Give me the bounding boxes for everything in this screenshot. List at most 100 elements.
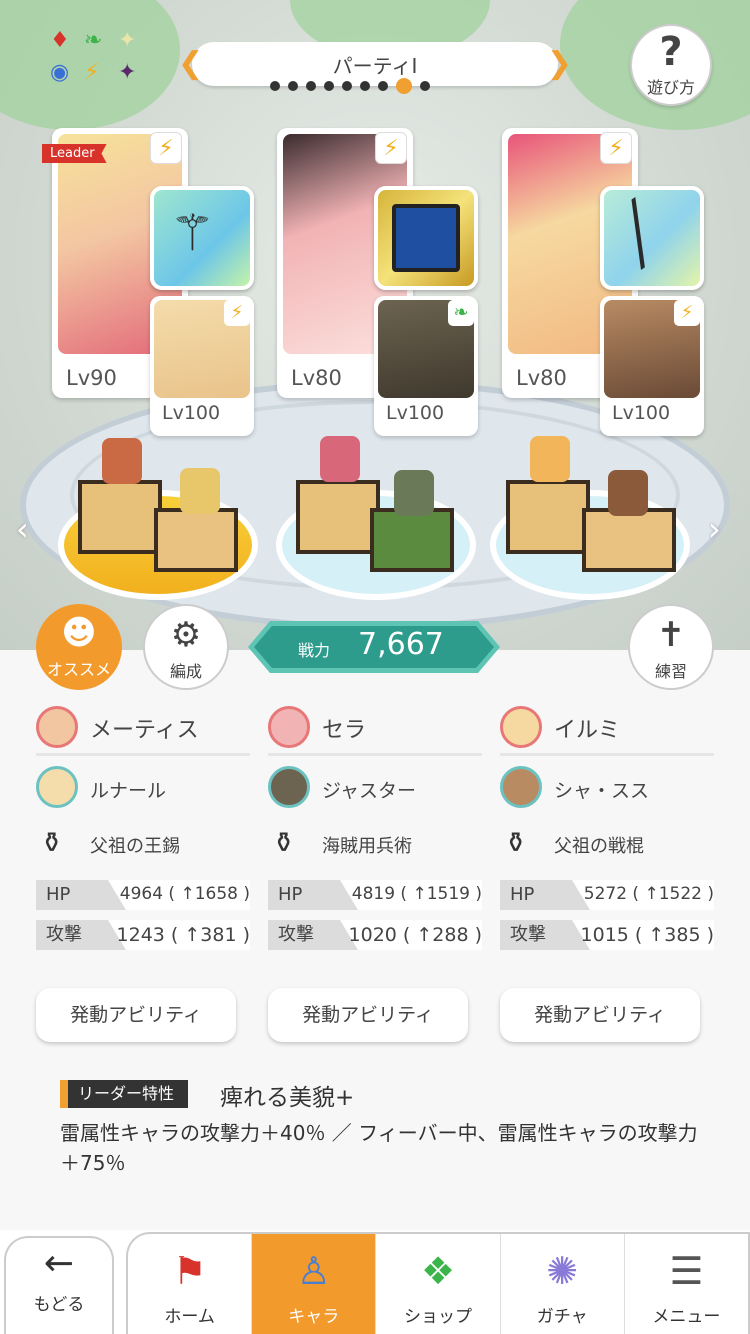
leader-trait-tag: リーダー特性 xyxy=(60,1080,189,1108)
page-dot[interactable] xyxy=(270,81,280,91)
sub-character-name: ルナール xyxy=(90,780,167,802)
pedestal-block xyxy=(506,480,590,554)
weapon-row[interactable]: ⚱ 父祖の王錫 xyxy=(36,818,250,870)
tab-label: メニュー xyxy=(652,1307,721,1327)
attack-stat: 攻撃 1015 ( ↑385 ) xyxy=(500,920,714,950)
tab-chara[interactable]: ♙ キャラ xyxy=(251,1234,376,1334)
hp-stat: HP 4964 ( ↑1658 ) xyxy=(36,880,250,910)
attack-value: 1243 ( ↑381 ) xyxy=(116,924,250,946)
help-button[interactable]: ? 遊び方 xyxy=(630,24,712,106)
leader-badge: Leader xyxy=(42,144,107,163)
sub-character-name: シャ・スス xyxy=(554,780,650,802)
weapon-name: 父祖の王錫 xyxy=(90,836,180,857)
tab-gacha[interactable]: ✺ ガチャ xyxy=(499,1234,624,1334)
leaf-attribute-icon: ❧ xyxy=(448,300,474,326)
page-dot[interactable] xyxy=(306,81,316,91)
fire-element-icon: ♦ xyxy=(50,28,70,53)
hp-label: HP xyxy=(36,880,126,910)
weapon-name: 父祖の戦棍 xyxy=(554,836,644,857)
water-element-icon: ◉ xyxy=(50,60,70,85)
power-display: 戦力 7,667 xyxy=(248,621,500,673)
pedestal-3[interactable] xyxy=(490,436,690,600)
thunder-attribute-icon: ⚡ xyxy=(375,132,407,164)
sub-card-1[interactable]: ⚡ Lv100 xyxy=(150,296,254,436)
shovel-weapon-icon: ⚱ xyxy=(40,826,64,859)
page-dot[interactable] xyxy=(360,81,370,91)
page-dot[interactable] xyxy=(342,81,352,91)
character-level: Lv90 xyxy=(66,366,117,390)
chara-icon: ♙ xyxy=(296,1249,331,1293)
ability-button-3[interactable]: 発動アビリティ xyxy=(500,988,700,1042)
sub-character-row[interactable]: ジャスター xyxy=(268,756,482,818)
main-character-row[interactable]: セラ xyxy=(268,700,482,756)
shop-icon: ❖ xyxy=(420,1249,456,1293)
page-dot[interactable] xyxy=(288,81,298,91)
character-name: セラ xyxy=(322,718,367,743)
sub-character-row[interactable]: シャ・スス xyxy=(500,756,714,818)
thunder-attribute-icon: ⚡ xyxy=(150,132,182,164)
bottom-nav: ← もどる ⚑ ホーム ♙ キャラ ❖ ショップ ✺ ガチャ ☰ メニュー xyxy=(0,1230,750,1334)
scroll-right-arrow[interactable]: › xyxy=(708,510,721,548)
character-sprite xyxy=(180,468,220,514)
character-sprite xyxy=(102,438,142,484)
element-icons: ♦ ❧ ✦ ◉ ⚡ ✦ xyxy=(48,30,148,90)
scroll-left-arrow[interactable]: ‹ xyxy=(16,510,29,548)
sub-face-icon xyxy=(500,766,542,808)
character-sprite xyxy=(530,436,570,482)
attack-label: 攻撃 xyxy=(268,920,358,950)
weapon-slot-2[interactable] xyxy=(374,186,478,290)
attack-label: 攻撃 xyxy=(500,920,590,950)
attack-label: 攻撃 xyxy=(36,920,126,950)
back-button[interactable]: ← もどる xyxy=(4,1236,114,1334)
hp-value: 4964 ( ↑1658 ) xyxy=(119,884,250,904)
weapon-slot-1[interactable]: ⚚ xyxy=(150,186,254,290)
formation-button[interactable]: ⚙ 編成 xyxy=(143,604,229,690)
pedestal-1[interactable] xyxy=(58,438,258,600)
sub-card-2[interactable]: ❧ Lv100 xyxy=(374,296,478,436)
training-dummy-icon: ✝ xyxy=(656,615,686,655)
character-sprite xyxy=(608,470,648,516)
party-title: パーティI xyxy=(332,54,418,78)
staff-icon: ╱ xyxy=(606,198,670,269)
weapon-slot-3[interactable]: ╱ xyxy=(600,186,704,290)
page-dot[interactable] xyxy=(324,81,334,91)
character-sprite xyxy=(394,470,434,516)
attack-value: 1015 ( ↑385 ) xyxy=(580,924,714,946)
light-element-icon: ✦ xyxy=(118,28,137,53)
attack-stat: 攻撃 1243 ( ↑381 ) xyxy=(36,920,250,950)
menu-icon: ☰ xyxy=(669,1249,704,1293)
ability-button-2[interactable]: 発動アビリティ xyxy=(268,988,468,1042)
character-name: イルミ xyxy=(554,718,621,743)
weapon-row[interactable]: ⚱ 海賊用兵術 xyxy=(268,818,482,870)
main-character-row[interactable]: メーティス xyxy=(36,700,250,756)
recommend-button[interactable]: ☻ オススメ xyxy=(36,604,122,690)
main-tabs: ⚑ ホーム ♙ キャラ ❖ ショップ ✺ ガチャ ☰ メニュー xyxy=(126,1232,750,1334)
sub-level: Lv100 xyxy=(162,402,221,424)
character-level: Lv80 xyxy=(516,366,567,390)
sub-character-row[interactable]: ルナール xyxy=(36,756,250,818)
tab-shop[interactable]: ❖ ショップ xyxy=(375,1234,499,1334)
tab-menu[interactable]: ☰ メニュー xyxy=(623,1234,748,1334)
back-arrow-icon: ← xyxy=(43,1243,75,1284)
weapon-row[interactable]: ⚱ 父祖の戦棍 xyxy=(500,818,714,870)
main-character-row[interactable]: イルミ xyxy=(500,700,714,756)
pedestal-block xyxy=(78,480,162,554)
tab-home[interactable]: ⚑ ホーム xyxy=(128,1234,251,1334)
pedestal-2[interactable] xyxy=(276,436,476,600)
scepter-icon: ⚚ xyxy=(170,204,215,262)
page-dot[interactable] xyxy=(396,78,412,94)
attack-stat: 攻撃 1020 ( ↑288 ) xyxy=(268,920,482,950)
pedestal-block xyxy=(296,480,380,554)
page-dot[interactable] xyxy=(420,81,430,91)
book-icon xyxy=(392,204,460,272)
sub-card-3[interactable]: ⚡ Lv100 xyxy=(600,296,704,436)
thunder-attribute-icon: ⚡ xyxy=(600,132,632,164)
formation-label: 編成 xyxy=(169,662,202,681)
page-dot[interactable] xyxy=(378,81,388,91)
leader-trait-name: 痺れる美貌+ xyxy=(220,1085,355,1111)
practice-button[interactable]: ✝ 練習 xyxy=(628,604,714,690)
question-icon: ? xyxy=(659,29,683,75)
pedestal-block xyxy=(154,508,238,572)
sub-level: Lv100 xyxy=(386,402,445,424)
ability-button-1[interactable]: 発動アビリティ xyxy=(36,988,236,1042)
